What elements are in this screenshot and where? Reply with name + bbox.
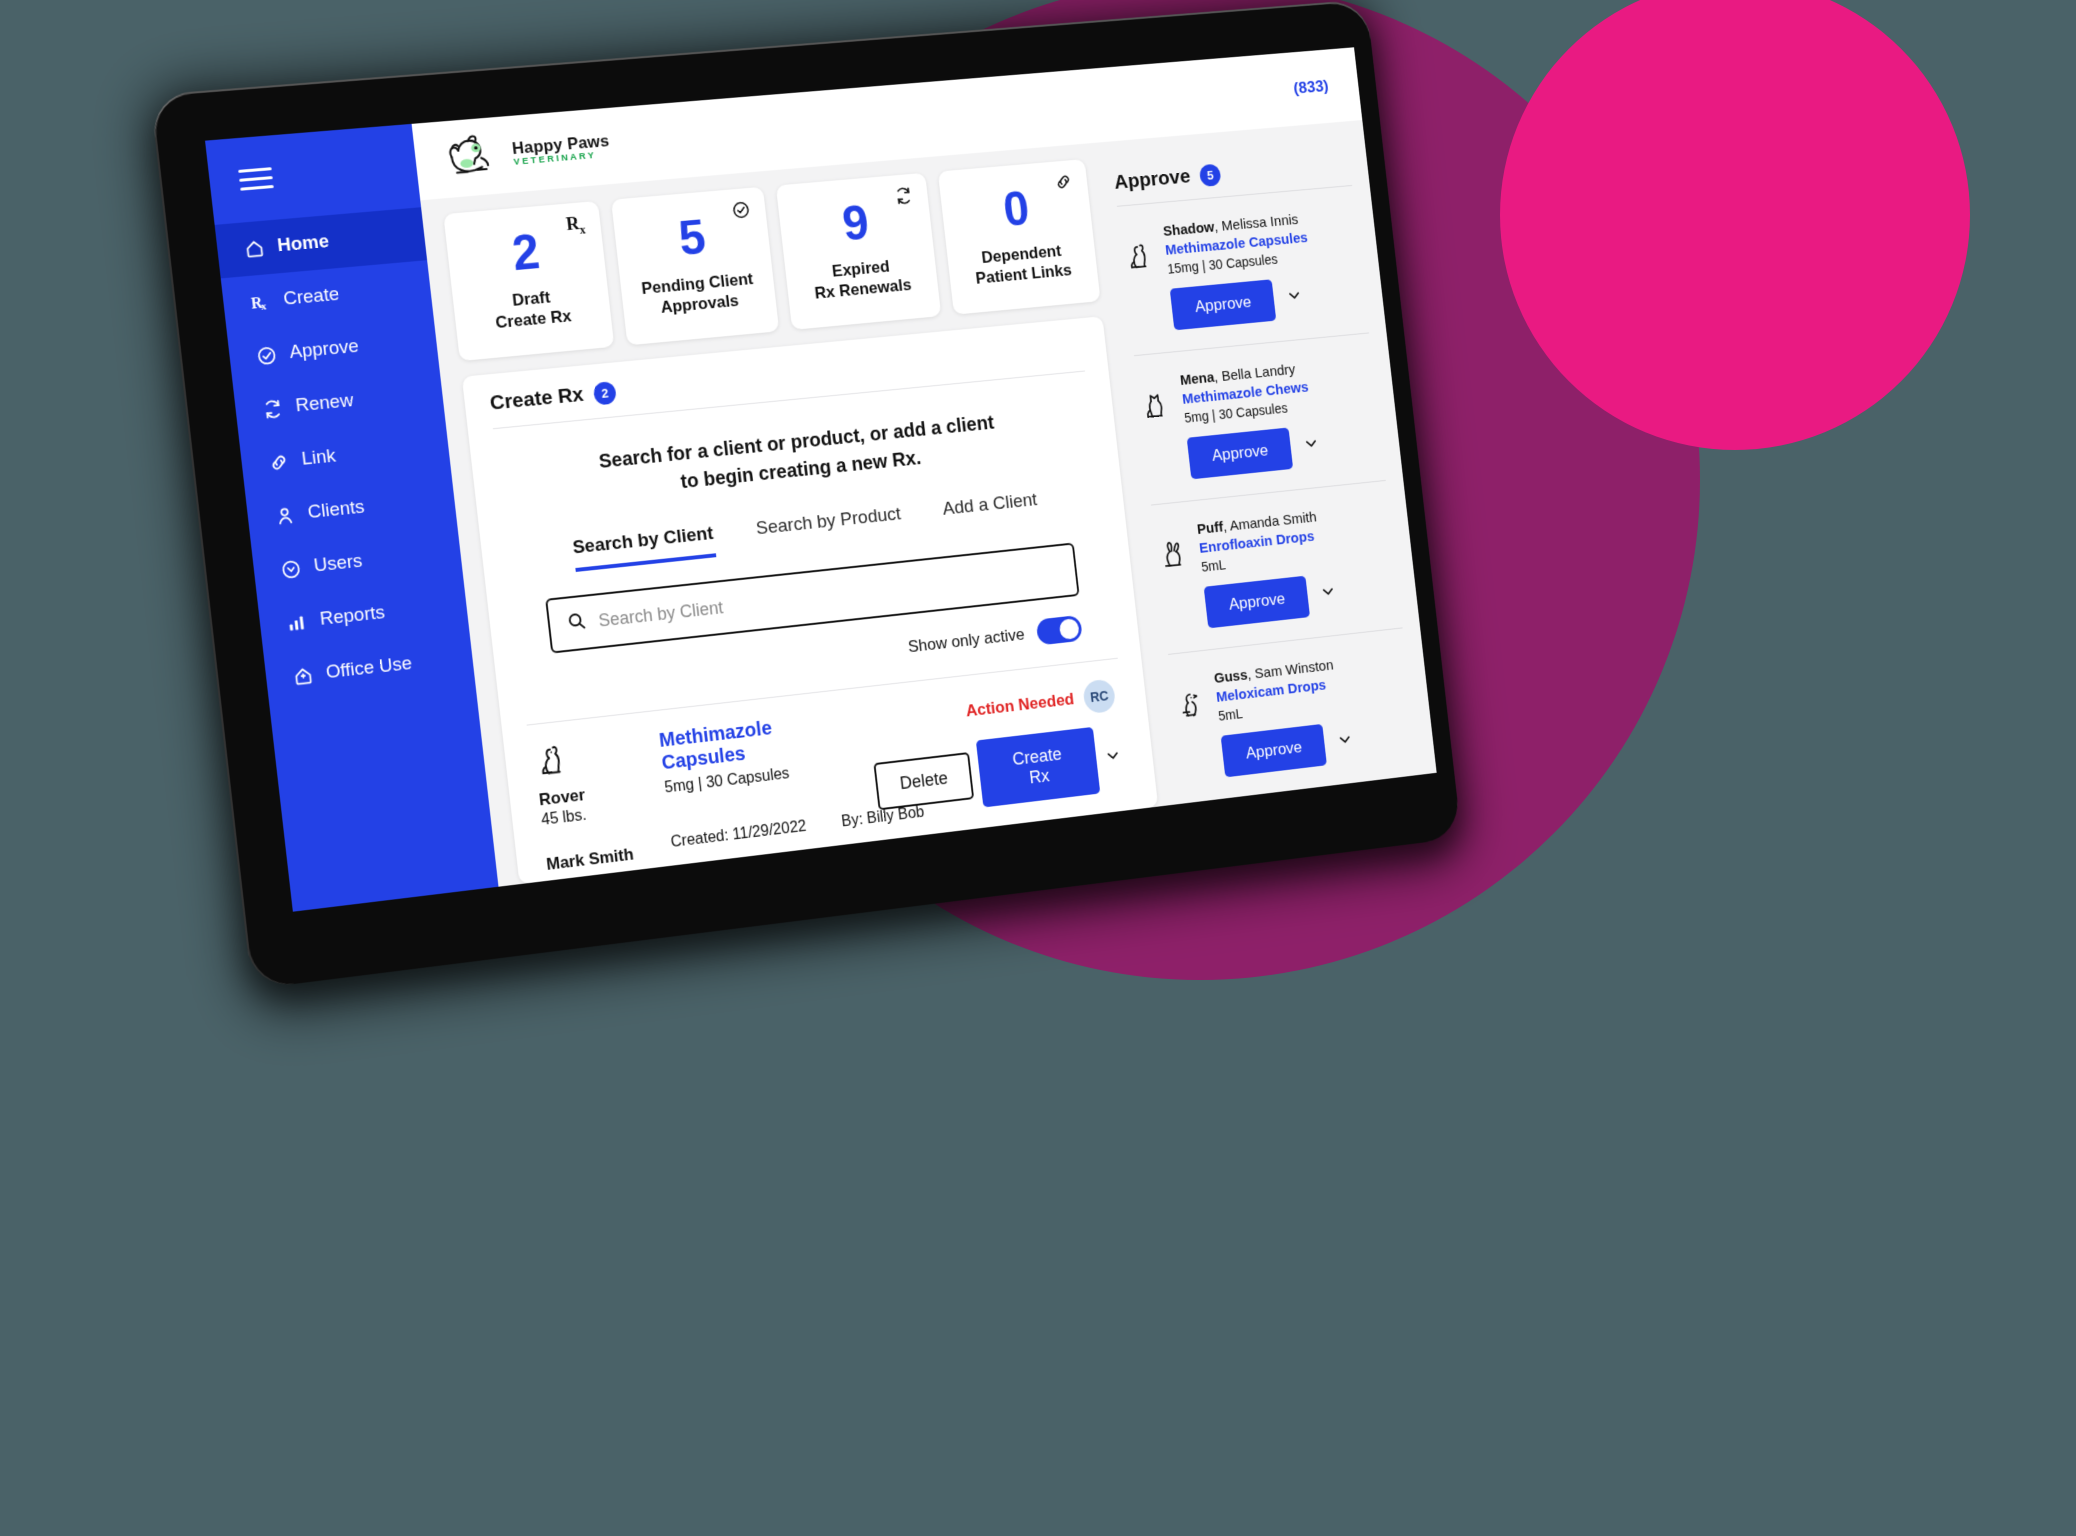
- chevron-down-icon[interactable]: [1103, 746, 1123, 771]
- bar-chart-icon: [285, 610, 309, 634]
- sidebar-item-label: Home: [276, 231, 331, 257]
- check-circle-icon: [731, 200, 752, 221]
- cat-icon: [1138, 374, 1181, 484]
- background-circle-pink: [1500, 0, 1970, 450]
- approve-title: Approve: [1113, 165, 1192, 194]
- search-icon: [565, 609, 588, 637]
- pet-name: Mena: [1179, 369, 1216, 389]
- approve-count-badge: 5: [1198, 163, 1222, 187]
- stat-card-pending-client-approvals[interactable]: 5 Pending Client Approvals: [610, 186, 780, 346]
- refresh-icon: [260, 397, 284, 421]
- approve-button[interactable]: Approve: [1220, 723, 1328, 778]
- pet-name: Guss: [1213, 667, 1249, 687]
- prescription-details: Methimazole Capsules 5mg | 30 Capsules C…: [658, 709, 925, 852]
- sidebar-item-label: Users: [312, 550, 364, 577]
- left-column: Rx 2 Draft Create Rx 5 Pending Client Ap…: [443, 159, 1159, 885]
- sidebar-item-label: Create: [282, 283, 341, 310]
- rx-icon: Rx: [248, 290, 272, 314]
- approve-button[interactable]: Approve: [1169, 279, 1277, 331]
- list-item: Guss, Sam Winston Meloxicam Drops 5mL Ap…: [1168, 628, 1419, 803]
- created-date: Created: 11/29/2022: [669, 818, 808, 851]
- bird-icon: [1172, 672, 1214, 782]
- rx-icon: Rx: [564, 213, 587, 237]
- phone-number[interactable]: (833): [1293, 77, 1330, 99]
- office-icon: [291, 664, 315, 688]
- dog-icon: [1121, 225, 1164, 335]
- show-only-active-label: Show only active: [907, 624, 1026, 656]
- list-item: Puff, Amanda Smith Enrofloaxin Drops 5mL…: [1151, 480, 1403, 655]
- pet-name: Puff: [1196, 519, 1224, 538]
- approve-panel: Approve 5 Shadow, Melissa Innis Methimaz…: [1098, 134, 1437, 805]
- create-rx-count-badge: 2: [592, 380, 617, 405]
- chevron-down-icon[interactable]: [1285, 286, 1304, 310]
- rabbit-icon: [1155, 523, 1197, 633]
- tablet-device: Home Rx Create Approve Renew Link Client…: [138, 0, 1474, 1021]
- check-circle-icon: [254, 343, 278, 367]
- status-badge: Action Needed: [964, 689, 1076, 721]
- create-rx-button[interactable]: Create Rx: [975, 726, 1101, 808]
- approve-button[interactable]: Approve: [1203, 575, 1311, 629]
- delete-button[interactable]: Delete: [873, 751, 975, 810]
- show-only-active-toggle[interactable]: [1035, 614, 1083, 646]
- chevron-down-icon[interactable]: [1336, 730, 1355, 754]
- tablet-bezel: Home Rx Create Approve Renew Link Client…: [150, 0, 1462, 990]
- list-item: Shadow, Melissa Innis Methimazole Capsul…: [1117, 185, 1369, 357]
- sidebar-item-label: Reports: [318, 602, 386, 630]
- refresh-icon: [893, 185, 913, 206]
- link-icon: [1053, 172, 1073, 193]
- sidebar-item-label: Clients: [306, 496, 366, 524]
- chevron-down-icon[interactable]: [1302, 434, 1321, 458]
- sidebar-item-label: Approve: [288, 335, 360, 364]
- list-item: Mena, Bella Landry Methimazole Chews 5mg…: [1134, 333, 1386, 506]
- link-icon: [266, 450, 290, 474]
- pet-column: Rover 45 lbs. Mark Smith: [533, 733, 652, 875]
- stat-card-expired-rx-renewals[interactable]: 9 Expired Rx Renewals: [775, 172, 942, 330]
- svg-text:x: x: [260, 301, 267, 312]
- stat-card-dependent-patient-links[interactable]: 0 Dependent Patient Links: [937, 159, 1101, 315]
- dog-logo-icon: [442, 132, 507, 182]
- approve-button[interactable]: Approve: [1186, 427, 1294, 480]
- owner-name: Mark Smith: [545, 844, 635, 874]
- person-icon: [272, 504, 296, 528]
- sidebar-item-label: Link: [300, 445, 337, 470]
- stat-card-draft-create-rx[interactable]: Rx 2 Draft Create Rx: [443, 200, 615, 362]
- avatar[interactable]: RC: [1082, 678, 1117, 715]
- content-region: Rx 2 Draft Create Rx 5 Pending Client Ap…: [420, 120, 1437, 887]
- user-circle-icon: [279, 557, 303, 581]
- page-title: Create Rx: [488, 383, 585, 415]
- main-area: Happy Paws VETERINARY (833) Rx 2 Draft C…: [411, 47, 1437, 887]
- pet-name: Shadow: [1162, 219, 1216, 240]
- brand-logo: Happy Paws VETERINARY: [442, 124, 612, 183]
- sidebar-item-label: Office Use: [324, 653, 414, 684]
- home-icon: [242, 237, 266, 261]
- tablet-screen: Home Rx Create Approve Renew Link Client…: [205, 47, 1437, 912]
- sidebar-item-label: Renew: [294, 390, 355, 417]
- chevron-down-icon[interactable]: [1319, 582, 1338, 606]
- row-actions: Action Needed RC Delete Create Rx: [867, 678, 1126, 819]
- dog-icon: [533, 733, 642, 787]
- create-rx-panel: Create Rx 2 Search for a client or produ…: [461, 316, 1159, 885]
